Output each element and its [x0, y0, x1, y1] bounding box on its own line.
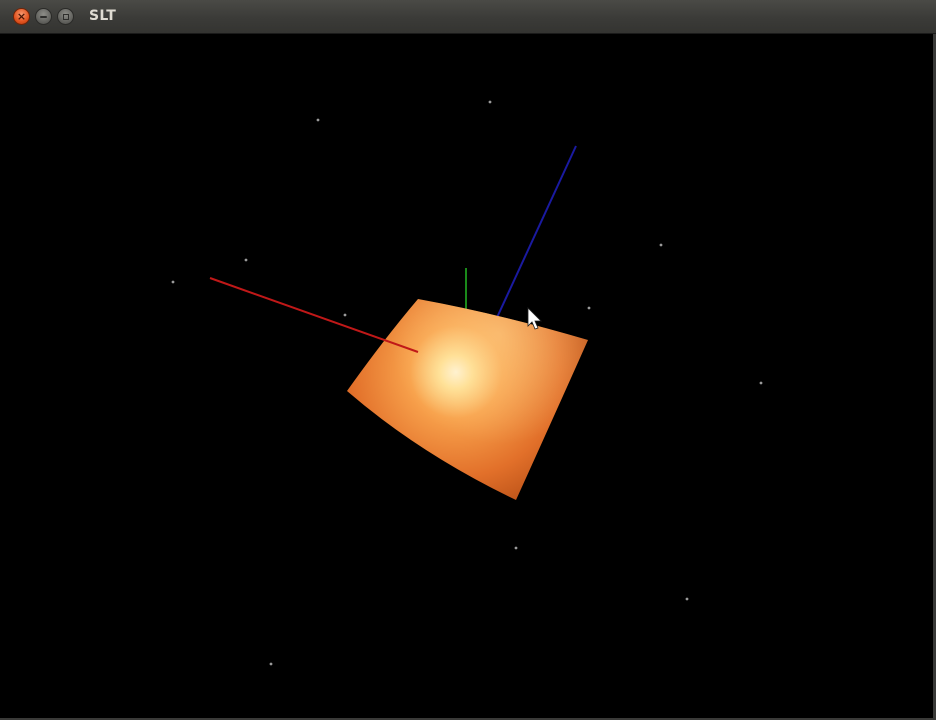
z-axis-line	[493, 145, 577, 325]
star	[514, 546, 518, 550]
star	[269, 662, 273, 666]
maximize-square	[62, 13, 69, 20]
minimize-bar	[40, 15, 47, 18]
star	[244, 258, 248, 262]
minimize-icon[interactable]	[35, 8, 52, 25]
title-bar[interactable]: × SLT	[0, 0, 936, 34]
star	[171, 280, 175, 284]
x-axis-line	[209, 277, 419, 353]
star	[316, 118, 320, 122]
maximize-icon[interactable]	[57, 8, 74, 25]
window-title: SLT	[89, 8, 117, 24]
star	[685, 597, 689, 601]
star	[659, 243, 663, 247]
star	[759, 381, 763, 385]
app-window: × SLT	[0, 0, 936, 720]
surface-top-glow	[347, 299, 588, 500]
close-glyph: ×	[16, 10, 27, 23]
gl-viewport[interactable]	[0, 34, 936, 720]
star	[343, 313, 347, 317]
star	[488, 100, 492, 104]
close-icon[interactable]: ×	[13, 8, 30, 25]
scene-canvas	[171, 100, 763, 666]
star	[587, 306, 591, 310]
